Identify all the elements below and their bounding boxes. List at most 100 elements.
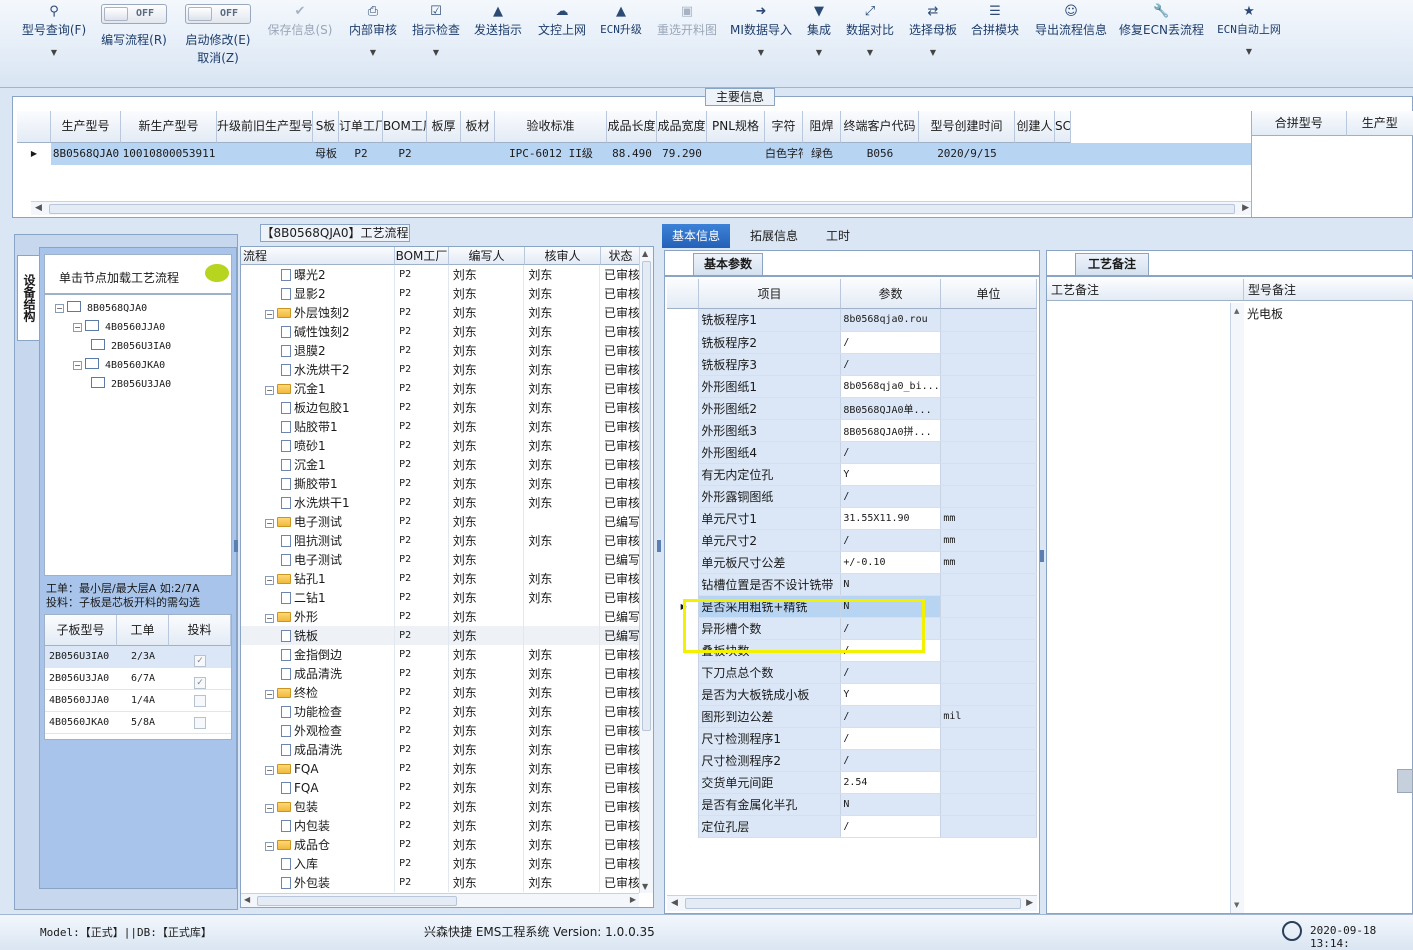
param-row[interactable]: 钻槽位置是否不设计铣带N	[667, 573, 1037, 595]
process-row[interactable]: −外形P2刘东已编写	[241, 607, 641, 626]
collapse-icon[interactable]: −	[265, 386, 274, 395]
process-row[interactable]: 显影2P2刘东刘东已审核	[241, 284, 641, 303]
param-row[interactable]: 是否为大板铣成小板Y	[667, 683, 1037, 705]
param-value[interactable]: Y	[841, 683, 941, 705]
toggle-switch[interactable]: OFF	[101, 4, 167, 24]
data-compare-button[interactable]: ⤢ 数据对比 ▼	[843, 4, 897, 84]
collapse-icon[interactable]: −	[265, 842, 274, 851]
collapse-icon[interactable]: −	[55, 304, 64, 313]
process-row[interactable]: −外层蚀刻2P2刘东刘东已审核	[241, 303, 641, 322]
process-row[interactable]: 沉金1P2刘东刘东已审核	[241, 455, 641, 474]
arrow-right-icon[interactable]: ▶	[1242, 203, 1249, 213]
param-row[interactable]: 铣板程序18b0568qja0.rou	[667, 309, 1037, 331]
remark-vscrollbar[interactable]: ▲ ▼	[1230, 303, 1244, 913]
param-value[interactable]: /	[841, 749, 941, 771]
param-value[interactable]: /	[841, 353, 941, 375]
param-row[interactable]: 尺寸检测程序1/	[667, 727, 1037, 749]
sub-board-row[interactable]: 2B056U3JA06/7A✓	[45, 668, 231, 690]
arrow-up-icon[interactable]: ▲	[642, 249, 648, 258]
cell-main-11[interactable]	[707, 143, 765, 165]
collapse-icon[interactable]: −	[265, 519, 274, 528]
model-remark-value[interactable]: 光电板	[1247, 305, 1283, 322]
cell-main-3[interactable]: 母板	[313, 143, 339, 165]
main-info-row[interactable]: ▶8B0568QJA010010800053911母板P2P2IPC-6012 …	[17, 143, 1251, 165]
start-modify-toggle[interactable]: OFF 启动修改(E) 取消(Z)	[180, 4, 256, 84]
param-value[interactable]: 31.55X11.90	[841, 507, 941, 529]
tree-node[interactable]: −8B0568QJA0	[55, 301, 147, 314]
cell-main-17[interactable]	[1055, 143, 1071, 165]
sub-board-row[interactable]: 4B0560JKA05/8A	[45, 712, 231, 734]
process-hscrollbar[interactable]: ◀ ▶	[241, 893, 639, 907]
process-row[interactable]: 二钻1P2刘东刘东已审核	[241, 588, 641, 607]
save-info-button[interactable]: ✔ 保存信息(S)	[264, 4, 336, 84]
send-instruction-button[interactable]: ▲ 发送指示	[471, 4, 525, 84]
process-row[interactable]: 内包装P2刘东刘东已审核	[241, 816, 641, 835]
detail-hscrollbar[interactable]: ◀ ▶	[667, 895, 1037, 911]
process-row[interactable]: −包装P2刘东刘东已审核	[241, 797, 641, 816]
process-row[interactable]: −终检P2刘东刘东已审核	[241, 683, 641, 702]
process-row[interactable]: 金指倒边P2刘东刘东已审核	[241, 645, 641, 664]
tree-node[interactable]: 2B056U3IA0	[91, 339, 171, 352]
process-row[interactable]: −电子测试P2刘东已编写	[241, 512, 641, 531]
collapse-icon[interactable]: −	[265, 690, 274, 699]
process-row[interactable]: 曝光2P2刘东刘东已审核	[241, 265, 641, 284]
splitter-handle[interactable]	[657, 540, 661, 552]
tab-process-remark[interactable]: 工艺备注	[1075, 253, 1149, 275]
cell-main-9[interactable]: 88.490	[607, 143, 657, 165]
feeding-checkbox[interactable]: ✓	[194, 655, 206, 667]
process-row[interactable]: 碱性蚀刻2P2刘东刘东已审核	[241, 322, 641, 341]
param-value[interactable]: /	[841, 441, 941, 463]
process-row[interactable]: 功能检查P2刘东刘东已审核	[241, 702, 641, 721]
sub-board-row[interactable]: 2B056U3IA02/3A✓	[45, 646, 231, 668]
ecn-auto-online-button[interactable]: ★ ECN自动上网 ▼	[1213, 4, 1285, 84]
arrow-down-icon[interactable]: ▼	[642, 882, 648, 891]
param-value[interactable]: Y	[841, 463, 941, 485]
process-row[interactable]: 撕胶带1P2刘东刘东已审核	[241, 474, 641, 493]
param-value[interactable]: /	[841, 485, 941, 507]
cell-main-13[interactable]: 绿色	[803, 143, 841, 165]
write-flow-toggle[interactable]: OFF 编写流程(R)	[96, 4, 172, 84]
process-row[interactable]: −钻孔1P2刘东刘东已审核	[241, 569, 641, 588]
process-row[interactable]: −FQAP2刘东刘东已审核	[241, 759, 641, 778]
process-row[interactable]: 电子测试P2刘东已编写	[241, 550, 641, 569]
param-value[interactable]: 8B0568QJA0单...	[841, 397, 941, 419]
merge-module-button[interactable]: ☰ 合拼模块	[968, 4, 1022, 84]
param-value[interactable]: N	[841, 573, 941, 595]
param-row[interactable]: 定位孔层/	[667, 815, 1037, 837]
cell-main-6[interactable]	[427, 143, 461, 165]
feeding-checkbox[interactable]	[194, 695, 206, 707]
reselect-cut-drawing-button[interactable]: ▣ 重选开料图	[654, 4, 720, 84]
splitter-handle[interactable]	[1040, 550, 1044, 562]
collapse-icon[interactable]: −	[265, 804, 274, 813]
scroll-thumb[interactable]	[49, 204, 1235, 214]
param-value[interactable]: /	[841, 331, 941, 353]
cell-main-2[interactable]	[217, 143, 313, 165]
tree-node[interactable]: −4B0560JKA0	[73, 358, 165, 371]
arrow-left-icon[interactable]: ◀	[35, 203, 42, 213]
param-row[interactable]: 外形图纸38B0568QJA0拼...	[667, 419, 1037, 441]
cell-main-0[interactable]: 8B0568QJA0	[51, 143, 121, 165]
param-row[interactable]: 有无内定位孔Y	[667, 463, 1037, 485]
process-row[interactable]: 入库P2刘东刘东已审核	[241, 854, 641, 873]
param-row[interactable]: 铣板程序2/	[667, 331, 1037, 353]
doc-online-button[interactable]: ☁ 文控上网	[535, 4, 589, 84]
process-row[interactable]: 水洗烘干2P2刘东刘东已审核	[241, 360, 641, 379]
toggle-switch[interactable]: OFF	[185, 4, 251, 24]
process-row[interactable]: 贴胶带1P2刘东刘东已审核	[241, 417, 641, 436]
subtab-basic-params[interactable]: 基本参数	[693, 253, 763, 275]
select-mother-board-button[interactable]: ⇄ 选择母板 ▼	[905, 4, 961, 84]
process-row[interactable]: 喷砂1P2刘东刘东已审核	[241, 436, 641, 455]
param-value[interactable]: 2.54	[841, 771, 941, 793]
ecn-upgrade-button[interactable]: ▲ ECN升级	[597, 4, 645, 84]
param-value[interactable]: +/-0.10	[841, 551, 941, 573]
arrow-right-icon[interactable]: ▶	[630, 895, 636, 904]
param-value[interactable]: /	[841, 727, 941, 749]
process-row[interactable]: 铣板P2刘东已编写	[241, 626, 641, 645]
param-value[interactable]: 8B0568QJA0拼...	[841, 419, 941, 441]
cell-main-14[interactable]: B056	[841, 143, 919, 165]
process-row[interactable]: 成品清洗P2刘东刘东已审核	[241, 740, 641, 759]
sub-board-row[interactable]: 4B0560JJA01/4A	[45, 690, 231, 712]
param-row[interactable]: 图形到边公差/mil	[667, 705, 1037, 727]
param-row[interactable]: 尺寸检测程序2/	[667, 749, 1037, 771]
collapse-icon[interactable]: −	[265, 310, 274, 319]
